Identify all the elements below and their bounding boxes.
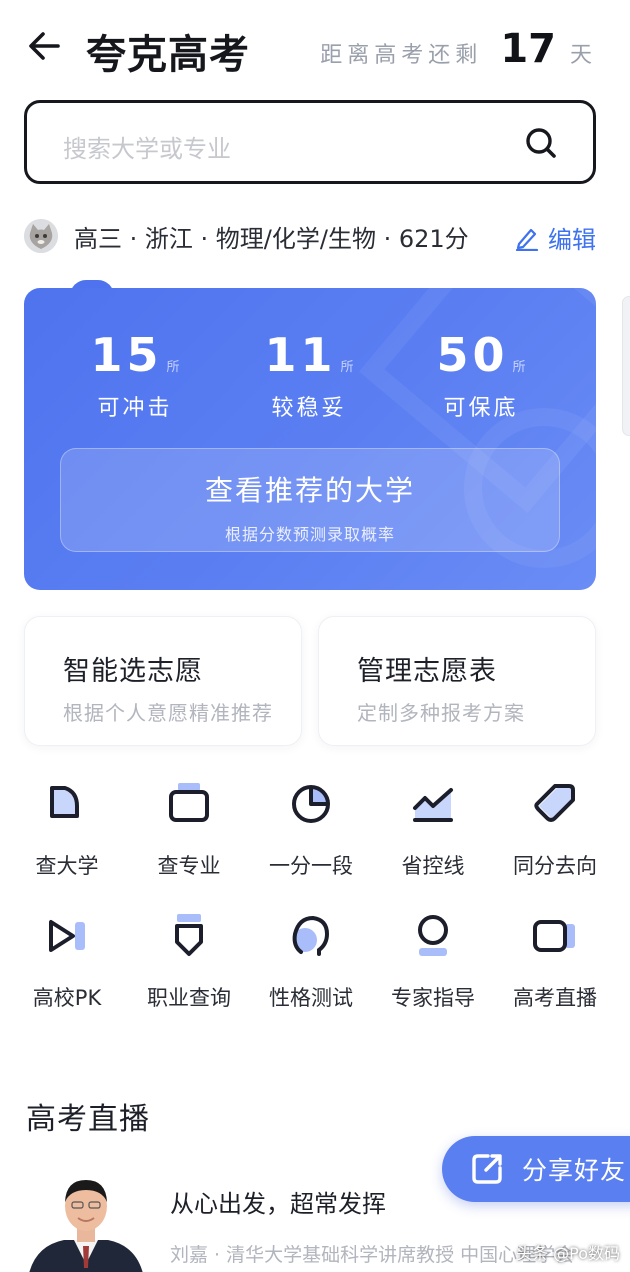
tool-label: 查专业 xyxy=(157,854,221,878)
live-video-icon xyxy=(533,920,575,952)
tool-label: 职业查询 xyxy=(147,986,231,1010)
trend-line-icon xyxy=(413,788,453,822)
tool-label: 专家指导 xyxy=(391,986,475,1010)
stat-value: 11 xyxy=(264,328,337,382)
university-icon xyxy=(50,786,79,818)
manage-list-card[interactable]: 管理志愿表 定制多种报考方案 xyxy=(318,616,596,746)
tool-label: 查大学 xyxy=(35,854,99,878)
stat-reach[interactable]: 15 所 可冲击 xyxy=(60,328,210,422)
tool-label: 省控线 xyxy=(401,854,465,878)
avatar[interactable] xyxy=(24,219,58,253)
tool-label: 高考直播 xyxy=(513,986,597,1010)
edit-label: 编辑 xyxy=(548,226,596,254)
pie-chart-icon xyxy=(292,785,330,823)
side-edge-panel[interactable] xyxy=(622,296,630,436)
stat-unit: 所 xyxy=(340,360,354,375)
profile-row: 高三 · 浙江 · 物理/化学/生物 · 621分 编辑 xyxy=(24,214,596,258)
personality-icon xyxy=(292,915,330,956)
search-box[interactable]: 搜索大学或专业 xyxy=(24,100,596,184)
feature-title: 智能选志愿 xyxy=(63,656,203,687)
tag-icon xyxy=(534,784,575,822)
profile-summary: 高三 · 浙江 · 物理/化学/生物 · 621分 xyxy=(74,224,469,253)
share-button[interactable]: 分享好友 xyxy=(442,1136,630,1202)
tool-label: 一分一段 xyxy=(269,854,353,878)
feature-title: 管理志愿表 xyxy=(357,656,497,687)
header: 夸克高考 距离高考还剩 17 天 xyxy=(0,0,630,96)
tool-career[interactable]: 职业查询 xyxy=(128,910,250,1010)
section-title: 高考直播 xyxy=(26,1102,150,1137)
stat-label: 较稳妥 xyxy=(271,396,347,421)
search-input[interactable]: 搜索大学或专业 xyxy=(63,129,231,164)
page-title: 夸克高考 xyxy=(86,32,250,78)
live-subtitle: 刘嘉 · 清华大学基础科学讲席教授 中国心理学会 xyxy=(170,1244,575,1266)
countdown-days: 17 xyxy=(500,26,556,72)
major-icon xyxy=(169,783,209,822)
speaker-photo xyxy=(29,1180,143,1272)
share-icon xyxy=(472,1154,502,1184)
stat-unit: 所 xyxy=(166,360,180,375)
tool-label: 同分去向 xyxy=(513,854,597,878)
countdown-prefix: 距离高考还剩 xyxy=(320,43,483,68)
pencil-icon xyxy=(515,228,539,251)
tool-university[interactable]: 查大学 xyxy=(6,778,128,878)
view-recommended-button[interactable]: 查看推荐的大学 根据分数预测录取概率 xyxy=(60,448,560,552)
tool-label: 性格测试 xyxy=(269,986,353,1010)
tool-label: 高校PK xyxy=(32,986,102,1010)
share-label: 分享好友 xyxy=(522,1156,627,1185)
tool-major[interactable]: 查专业 xyxy=(128,778,250,878)
exam-countdown: 距离高考还剩 17 天 xyxy=(320,26,592,72)
badge-icon xyxy=(175,914,203,956)
stat-safe[interactable]: 50 所 可保底 xyxy=(406,328,556,422)
stat-label: 可保底 xyxy=(443,396,519,421)
expert-icon xyxy=(418,915,448,956)
tool-personality[interactable]: 性格测试 xyxy=(250,910,372,1010)
tool-control-line[interactable]: 省控线 xyxy=(372,778,494,878)
edit-button[interactable]: 编辑 xyxy=(514,220,596,255)
tool-live[interactable]: 高考直播 xyxy=(494,910,616,1010)
versus-icon xyxy=(49,920,85,952)
view-recommended-label: 查看推荐的大学 xyxy=(204,474,415,507)
feature-sub: 根据个人意愿精准推荐 xyxy=(63,701,273,725)
recommend-card: 15 所 可冲击 11 所 较稳妥 50 所 可保底 查看推荐的大学 根据分数预测录取… xyxy=(24,288,596,590)
smart-choice-card[interactable]: 智能选志愿 根据个人意愿精准推荐 xyxy=(24,616,302,746)
search-icon[interactable] xyxy=(523,125,559,161)
countdown-suffix: 天 xyxy=(569,43,592,68)
stat-stable[interactable]: 11 所 较稳妥 xyxy=(234,328,384,422)
stat-value: 15 xyxy=(90,328,163,382)
stat-label: 可冲击 xyxy=(97,396,173,421)
tool-same-score[interactable]: 同分去向 xyxy=(494,778,616,878)
tool-expert[interactable]: 专家指导 xyxy=(372,910,494,1010)
tool-score-rank[interactable]: 一分一段 xyxy=(250,778,372,878)
watermark: 头条 @Po数码 xyxy=(516,1244,620,1263)
tool-university-pk[interactable]: 高校PK xyxy=(6,910,128,1010)
back-arrow-icon[interactable] xyxy=(24,26,64,66)
view-recommended-sub: 根据分数预测录取概率 xyxy=(224,525,395,544)
stat-unit: 所 xyxy=(512,360,526,375)
feature-sub: 定制多种报考方案 xyxy=(357,701,525,725)
stat-value: 50 xyxy=(436,328,509,382)
live-title: 从心出发，超常发挥 xyxy=(170,1190,386,1218)
